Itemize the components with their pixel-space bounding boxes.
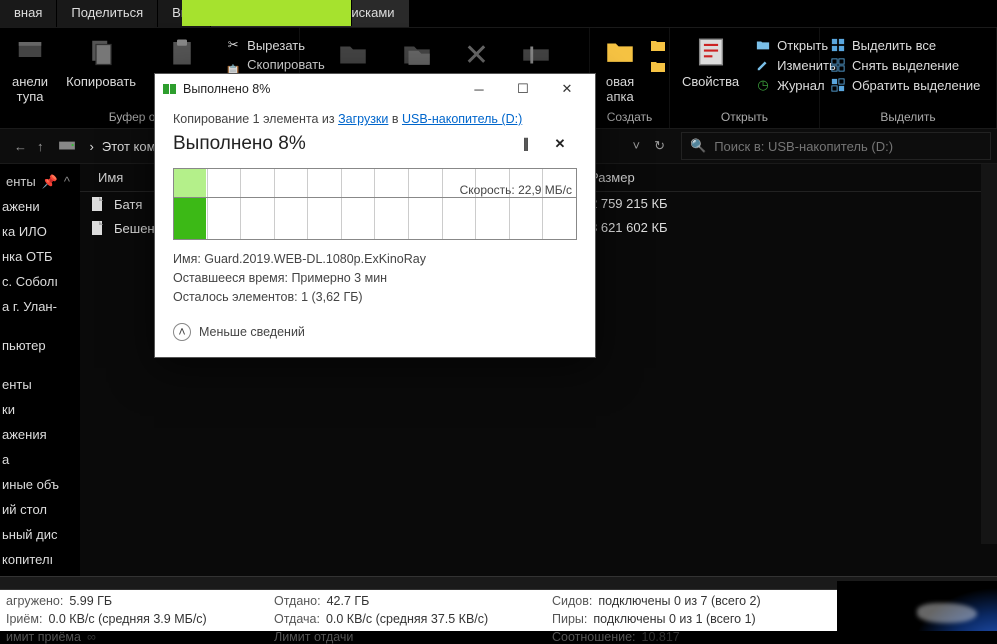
pause-button[interactable]: ∥ <box>509 130 543 158</box>
close-button[interactable]: ✕ <box>545 75 589 103</box>
copy-icon <box>83 34 119 70</box>
open-icon <box>755 37 771 53</box>
copy-details: Имя: Guard.2019.WEB-DL.1080p.ExKinoRay О… <box>173 250 577 306</box>
fewer-details-button[interactable]: ˄ Меньше сведений <box>173 315 577 341</box>
sidebar-item[interactable]: пьютер <box>0 333 80 358</box>
select-none-button[interactable]: Снять выделение <box>826 56 984 74</box>
scissors-icon: ✂ <box>225 37 241 53</box>
paste-icon <box>164 34 200 70</box>
earth-thumbnail <box>837 581 997 631</box>
sidebar-item[interactable]: а г. Улан- <box>0 294 80 319</box>
select-all-icon <box>830 37 846 53</box>
easy-access-icon[interactable] <box>650 59 666 78</box>
new-item-icon[interactable] <box>650 38 666 57</box>
select-all-button[interactable]: Выделить все <box>826 36 984 54</box>
search-icon: 🔍 <box>690 138 706 154</box>
minimize-button[interactable]: ─ <box>457 75 501 103</box>
destination-link[interactable]: USB-накопитель (D:) <box>402 112 522 126</box>
search-box[interactable]: 🔍 <box>681 132 991 160</box>
search-input[interactable] <box>714 139 982 154</box>
move-to-icon[interactable] <box>336 38 370 75</box>
cancel-button[interactable]: ✕ <box>543 130 577 158</box>
scrollbar[interactable] <box>981 164 997 544</box>
edit-icon <box>755 57 771 73</box>
history-icon: ◷ <box>755 77 771 93</box>
sidebar-item[interactable]: а <box>0 447 80 472</box>
sidebar-item[interactable]: ажени <box>0 194 80 219</box>
properties-button[interactable]: Свойства <box>676 32 745 91</box>
throughput-graph: Скорость: 22,9 МБ/с <box>173 168 577 240</box>
copy-description: Копирование 1 элемента из Загрузки в USB… <box>173 112 577 126</box>
invert-selection-icon <box>830 77 846 93</box>
column-size[interactable]: Размер <box>580 164 997 191</box>
refresh-button[interactable]: ↻ <box>654 138 665 154</box>
tab-main[interactable]: вная <box>0 0 57 27</box>
drive-icon <box>58 136 76 157</box>
copy-to-icon[interactable] <box>400 38 434 75</box>
up-button[interactable]: ↑ <box>37 139 44 154</box>
sidebar-item[interactable]: енты <box>0 372 80 397</box>
sidebar-item[interactable]: ка ИЛО <box>0 219 80 244</box>
pin-icon: 📌 <box>42 174 58 190</box>
navigation-pane[interactable]: енты📌^ аженика ИЛОнка ОТБс. Соболıа г. У… <box>0 164 80 576</box>
dialog-icon <box>161 81 177 97</box>
pin-icon <box>12 34 48 70</box>
pin-panel-button[interactable]: анели тупа <box>6 32 54 106</box>
invert-selection-button[interactable]: Обратить выделение <box>826 76 984 94</box>
ribbon-tabs: вная Поделиться Вид Средства работы с ди… <box>0 0 997 28</box>
select-none-icon <box>830 57 846 73</box>
sidebar-item[interactable]: ий стол <box>0 497 80 522</box>
maximize-button[interactable]: ☐ <box>501 75 545 103</box>
copy-button[interactable]: Копировать <box>60 32 142 91</box>
tab-active-contextual[interactable] <box>182 0 352 26</box>
source-link[interactable]: Загрузки <box>338 112 388 126</box>
sidebar-item[interactable]: ьный дис <box>0 522 80 547</box>
sidebar-item[interactable]: ки <box>0 397 80 422</box>
copy-progress-dialog: Выполнено 8% ─ ☐ ✕ Копирование 1 элемент… <box>154 73 596 358</box>
delete-icon[interactable]: ✕ <box>464 38 489 73</box>
properties-icon <box>693 34 729 70</box>
dialog-title: Выполнено 8% <box>183 82 457 96</box>
progress-status: Выполнено 8% <box>173 133 509 155</box>
back-button[interactable]: ← <box>14 139 27 154</box>
folder-icon <box>602 34 638 70</box>
chevron-up-icon: ˄ <box>173 323 191 341</box>
speed-label: Скорость: 22,9 МБ/с <box>460 183 572 197</box>
rename-icon[interactable] <box>519 38 553 75</box>
sidebar-item[interactable]: ажения <box>0 422 80 447</box>
sidebar-item[interactable]: нка ОТБ <box>0 244 80 269</box>
dropdown-icon[interactable]: ˅ <box>633 138 641 154</box>
sidebar-item[interactable]: иные объ <box>0 472 80 497</box>
tab-share[interactable]: Поделиться <box>57 0 158 27</box>
sidebar-item[interactable]: копителı <box>0 547 80 572</box>
torrent-stats-panel: агружено:5.99 ГБ Отдано:42.7 ГБ Сидов:по… <box>0 576 997 631</box>
sidebar-item[interactable]: с. Соболı <box>0 269 80 294</box>
new-folder-button[interactable]: овая апка <box>596 32 644 106</box>
